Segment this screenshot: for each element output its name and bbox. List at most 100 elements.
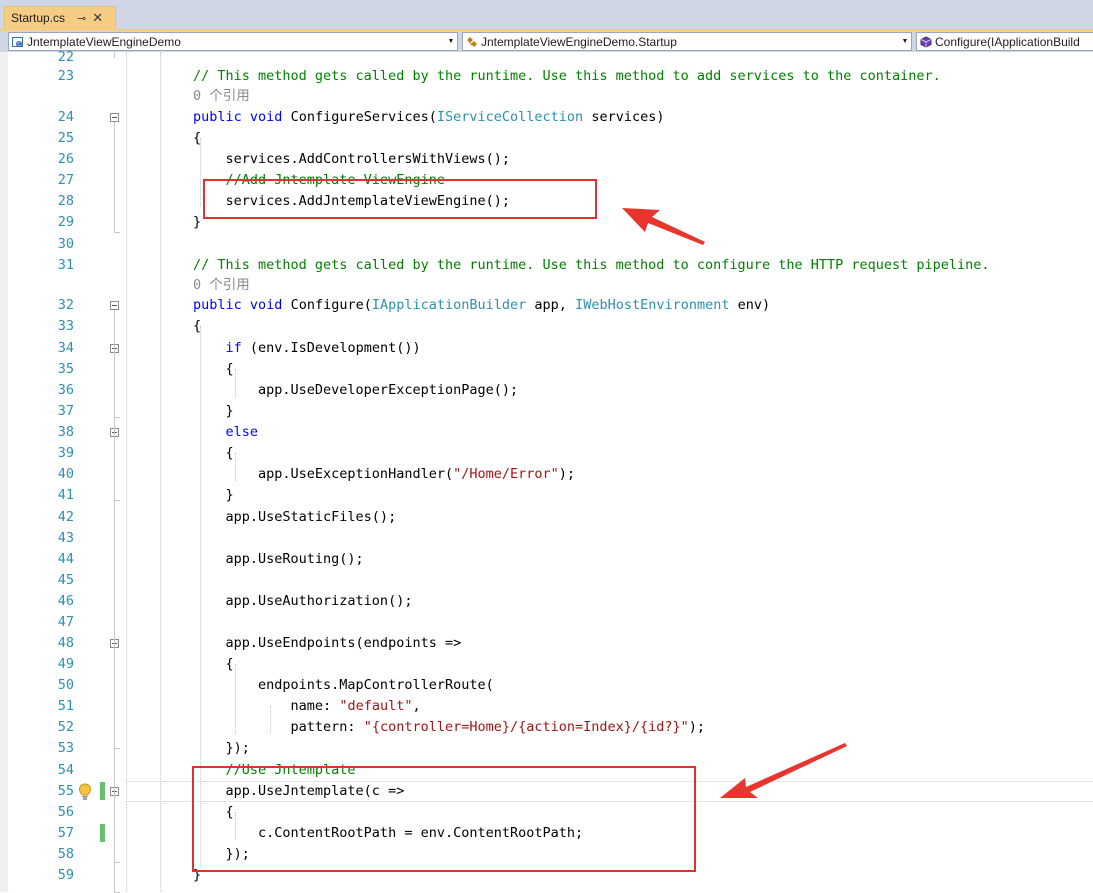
line-number: 50 [57,677,74,693]
outline-guide-end [114,862,120,863]
line-number: 38 [57,424,74,440]
code-line[interactable]: app.UseExceptionHandler("/Home/Error"); [193,464,575,485]
line-number: 40 [57,466,74,482]
code-token: } [193,214,202,230]
code-line[interactable]: app.UseStaticFiles(); [193,507,397,528]
code-token: if [225,340,242,356]
document-tab-bar: Startup.cs ⊸ ✕ [0,0,1093,29]
line-number: 44 [57,551,74,567]
code-line[interactable]: endpoints.MapControllerRoute( [193,675,494,696]
code-token: env) [729,297,771,313]
line-number: 26 [57,151,74,167]
outline-guide-line [114,122,115,232]
line-number: 42 [57,509,74,525]
line-number: 31 [57,257,74,273]
code-token: else [225,424,259,440]
code-token: endpoints.MapControllerRoute( [193,677,494,693]
line-number: 25 [57,130,74,146]
chevron-down-icon[interactable]: ▼ [445,33,457,50]
code-token: "/Home/Error" [453,466,559,482]
indent-guide [235,453,236,481]
line-number: 53 [57,740,74,756]
line-number: 22 [57,49,74,65]
code-token: "{controller=Home}/{action=Index}/{id?}" [363,719,689,735]
line-number: 59 [57,867,74,883]
outline-guide-end [114,232,120,233]
line-number: 51 [57,698,74,714]
code-token: , [412,698,421,714]
line-number: 52 [57,719,74,735]
change-tracking-bar [100,782,105,800]
codelens-references[interactable]: 0 个引用 [193,275,250,296]
outline-guide-line [114,52,115,58]
class-dropdown[interactable]: JntemplateViewEngineDemo.Startup ▼ [462,32,912,51]
line-number: 54 [57,762,74,778]
line-number: 24 [57,109,74,125]
code-line[interactable]: name: "default", [193,696,421,717]
close-icon[interactable]: ✕ [92,10,103,26]
indent-guide [270,706,271,732]
navigation-bar: C JntemplateViewEngineDemo ▼ JntemplateV… [0,31,1093,52]
collapse-box-icon[interactable] [110,301,119,310]
line-number: 47 [57,614,74,630]
code-line[interactable]: else [193,422,259,443]
method-icon [920,35,932,48]
code-token: ); [558,466,576,482]
class-icon [466,36,478,48]
line-number: 41 [57,487,74,503]
code-line[interactable]: if (env.IsDevelopment()) [193,338,421,359]
code-editor[interactable]: 22 23 // This method gets called by the ru… [0,49,1093,893]
code-token: app.UseAuthorization(); [193,593,413,609]
code-token: ConfigureServices( [282,109,437,125]
code-token: void [249,297,283,313]
member-dropdown[interactable]: Configure(IApplicationBuild [916,32,1093,51]
code-line[interactable]: // This method gets called by the runtim… [193,255,990,276]
code-token: IWebHostEnvironment [575,297,730,313]
arrow-pointer-icon [622,208,705,245]
outline-guide-line [114,648,115,748]
code-line[interactable]: public void ConfigureServices(IServiceCo… [193,107,664,128]
pin-icon[interactable]: ⊸ [77,12,86,25]
member-dropdown-value: Configure(IApplicationBuild [935,34,1080,49]
code-line[interactable]: // This method gets called by the runtim… [193,66,941,87]
line-number: 30 [57,236,74,252]
code-token: public [193,297,242,313]
tab-startup-cs[interactable]: Startup.cs ⊸ ✕ [4,6,116,29]
chevron-down-icon[interactable]: ▼ [899,33,911,50]
indent-guide [160,52,161,892]
code-line[interactable]: app.UseDeveloperExceptionPage(); [193,380,518,401]
tab-filename: Startup.cs [11,11,66,25]
code-line[interactable]: services.AddControllersWithViews(); [193,149,510,170]
outline-guide-end [114,500,120,501]
code-line[interactable]: } [193,212,201,233]
highlight-box-usejntemplate [192,766,696,872]
svg-text:C: C [17,41,20,47]
csharp-project-icon: C [12,36,24,48]
indent-guide [200,138,201,206]
code-token: IServiceCollection [436,109,584,125]
code-token: public [193,109,242,125]
code-line[interactable]: app.UseAuthorization(); [193,591,413,612]
code-line[interactable]: public void Configure(IApplicationBuilde… [193,295,770,316]
collapse-box-icon[interactable] [110,113,119,122]
code-line[interactable]: app.UseEndpoints(endpoints => [193,633,462,654]
project-dropdown[interactable]: C JntemplateViewEngineDemo ▼ [8,32,458,51]
code-token: (env.IsDevelopment()) [241,340,421,356]
line-number: 32 [57,297,74,313]
line-number: 37 [57,403,74,419]
line-number: 36 [57,382,74,398]
line-number: 43 [57,530,74,546]
lightbulb-icon[interactable] [78,783,92,801]
line-number: 35 [57,361,74,377]
code-token: "default" [339,698,413,714]
code-line[interactable]: app.UseRouting(); [193,549,364,570]
code-line[interactable]: }); [193,738,250,759]
code-token: // This method gets called by the runtim… [193,257,990,273]
code-token: services.AddControllersWithViews(); [193,151,510,167]
codelens-references[interactable]: 0 个引用 [193,86,250,107]
code-token: void [249,109,283,125]
highlight-box-viewengine [203,179,597,219]
outline-guide-line [114,437,115,500]
